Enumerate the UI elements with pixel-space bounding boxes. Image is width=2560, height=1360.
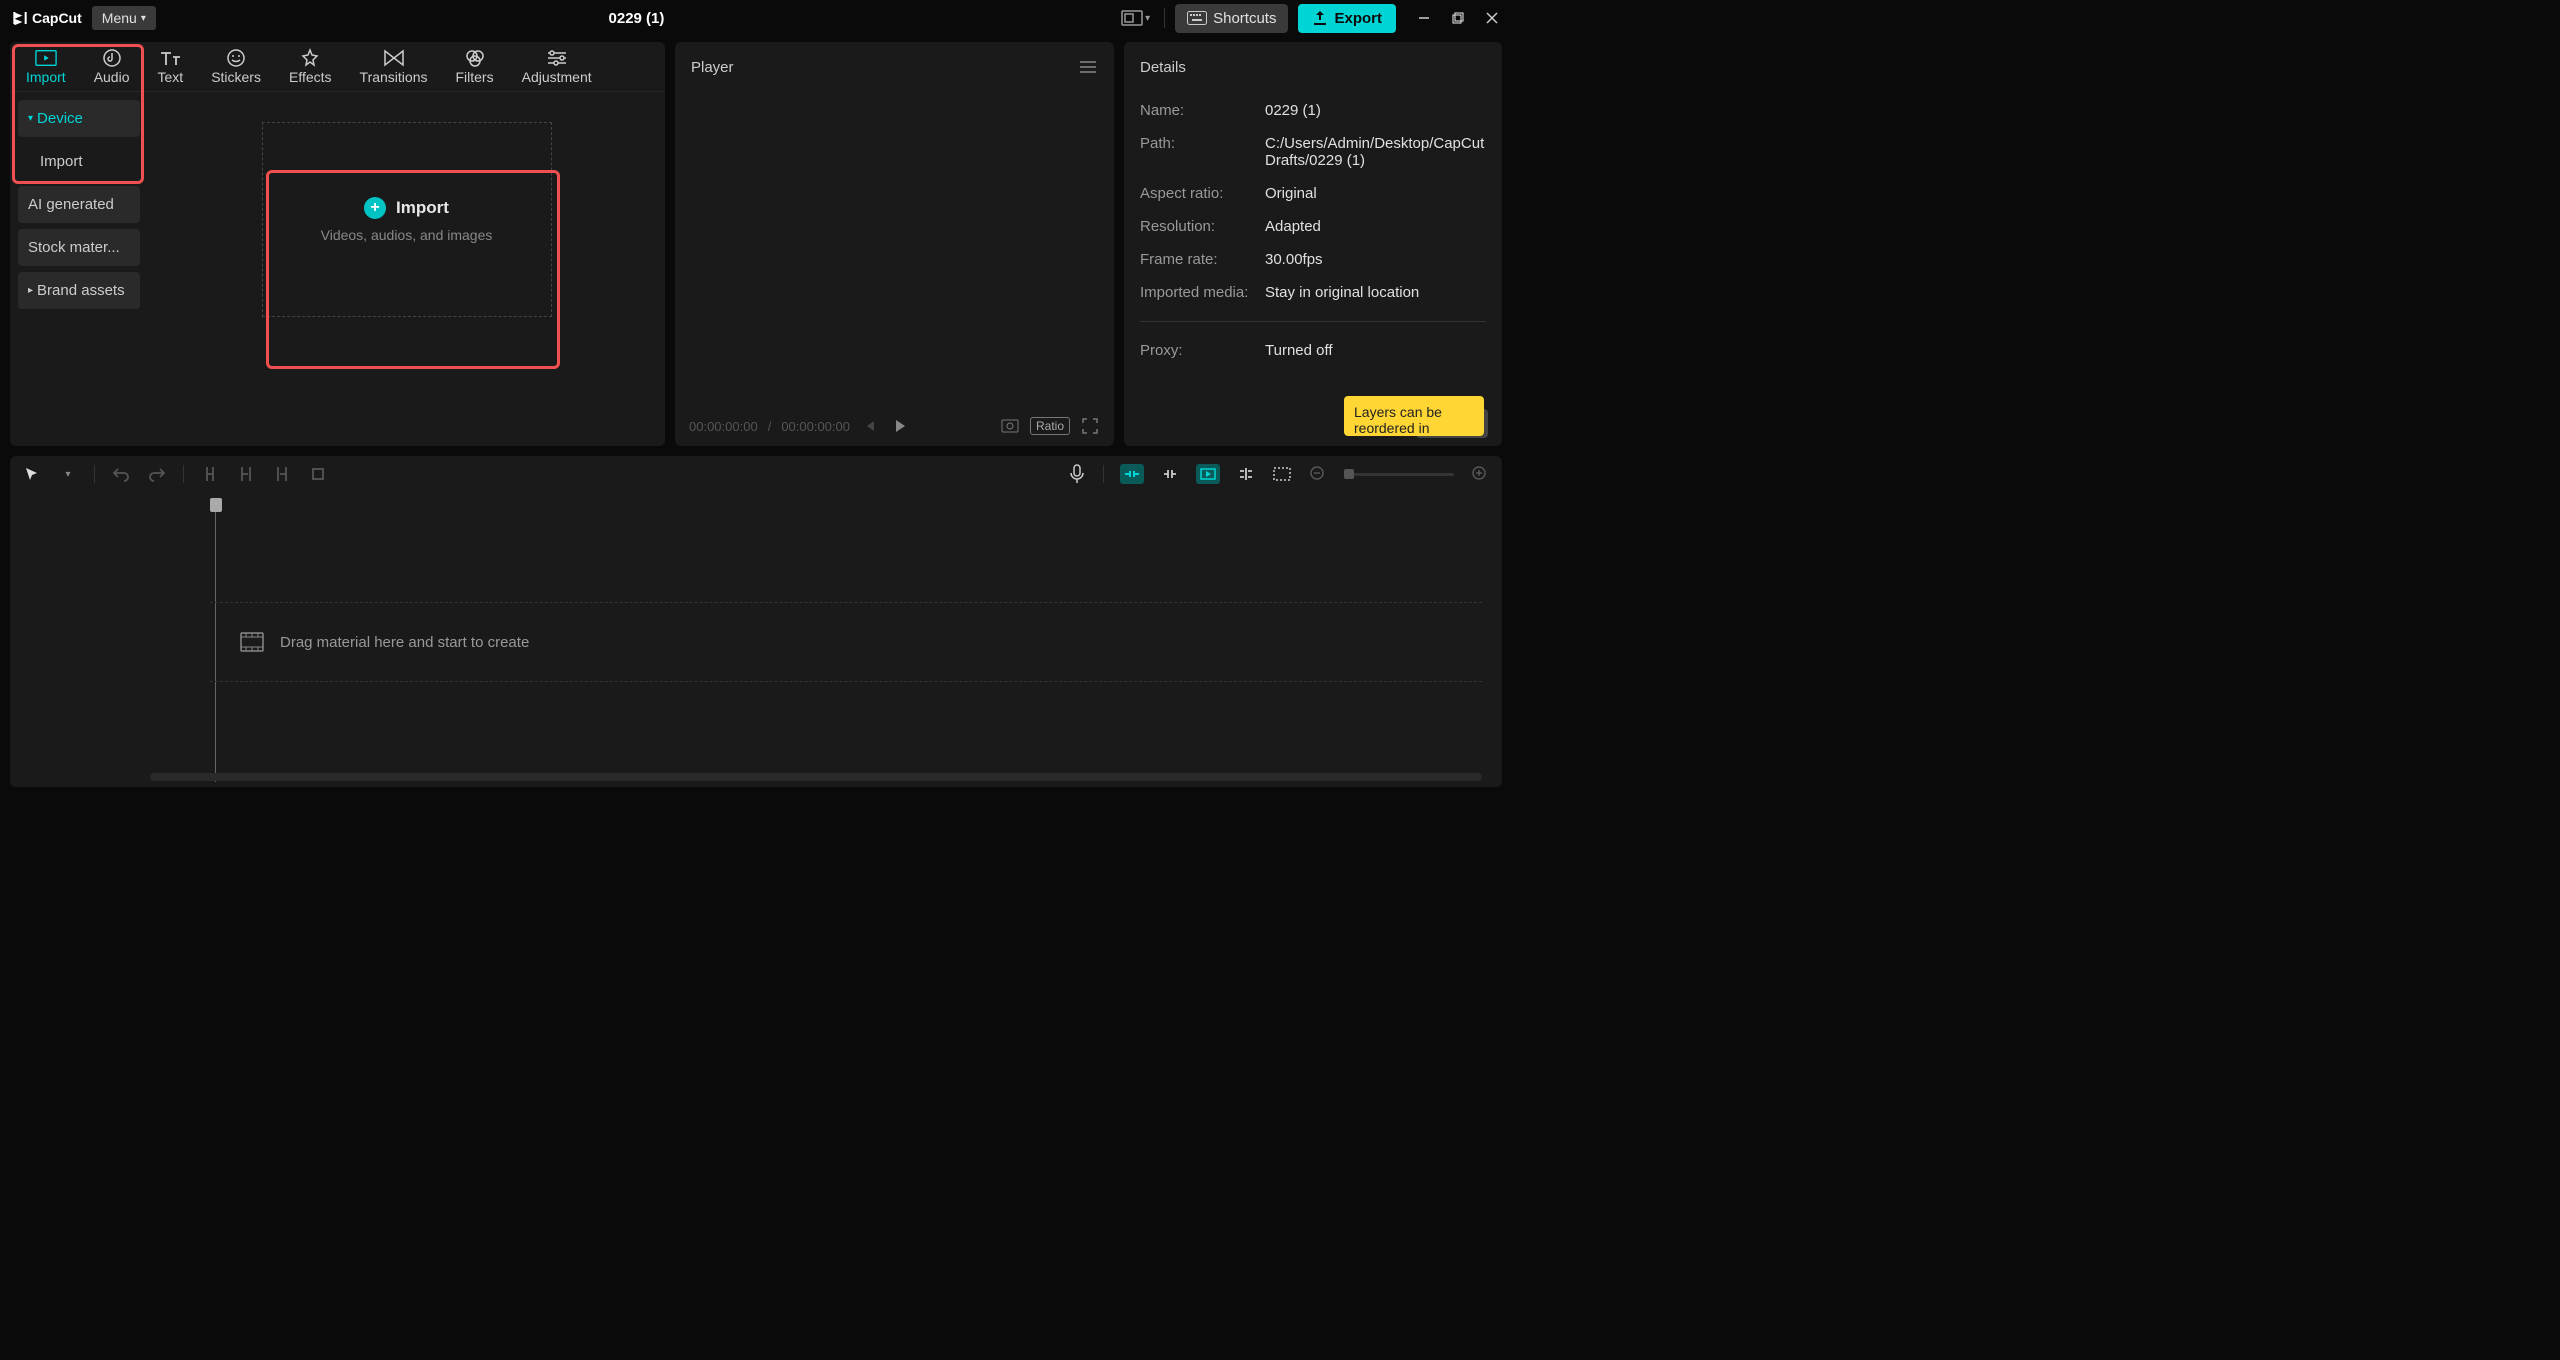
import-dropzone[interactable]: + Import Videos, audios, and images xyxy=(262,122,552,317)
plus-icon: + xyxy=(364,197,386,219)
player-controls: 00:00:00:00 / 00:00:00:00 Ratio xyxy=(675,406,1114,446)
zoom-thumb[interactable] xyxy=(1344,469,1354,479)
sidebar-item-ai-generated[interactable]: AI generated xyxy=(18,186,140,223)
tab-effects[interactable]: Effects xyxy=(281,45,340,89)
timeline-hint: Drag material here and start to create xyxy=(280,634,529,651)
export-button[interactable]: Export xyxy=(1298,4,1396,33)
chevron-down-icon: ▾ xyxy=(1145,13,1150,24)
chevron-down-icon: ▾ xyxy=(141,13,146,24)
trim-right-button[interactable] xyxy=(272,464,292,484)
close-button[interactable] xyxy=(1484,10,1500,26)
separator xyxy=(94,465,95,483)
tab-transitions[interactable]: Transitions xyxy=(352,45,436,89)
tab-adjustment[interactable]: Adjustment xyxy=(514,45,600,89)
split-button[interactable] xyxy=(200,464,220,484)
detail-row-framerate: Frame rate:30.00fps xyxy=(1140,251,1486,268)
player-viewport[interactable] xyxy=(675,92,1114,406)
sidebar-item-device[interactable]: ▾Device xyxy=(18,100,140,137)
tab-stickers[interactable]: Stickers xyxy=(203,45,269,89)
redo-button[interactable] xyxy=(147,464,167,484)
tab-audio[interactable]: Audio xyxy=(86,45,138,89)
timeline-track-dropzone[interactable]: Drag material here and start to create xyxy=(210,602,1482,682)
prev-frame-button[interactable] xyxy=(860,416,880,436)
project-title: 0229 (1) xyxy=(166,10,1107,27)
tooltip: Layers can be reordered in xyxy=(1344,396,1484,436)
crop-button[interactable] xyxy=(1272,464,1292,484)
import-sidebar: ▾Device Import AI generated Stock mater.… xyxy=(10,92,148,446)
ratio-button[interactable]: Ratio xyxy=(1030,417,1070,435)
compare-button[interactable] xyxy=(1000,416,1020,436)
audio-icon xyxy=(101,49,123,67)
undo-button[interactable] xyxy=(111,464,131,484)
timeline-scrollbar[interactable] xyxy=(150,773,1482,781)
detail-row-imported-media: Imported media:Stay in original location xyxy=(1140,284,1486,301)
details-panel: Details Name:0229 (1) Path:C:/Users/Admi… xyxy=(1124,42,1502,446)
film-icon xyxy=(240,632,264,652)
effects-icon xyxy=(299,49,321,67)
tab-text[interactable]: Text xyxy=(150,45,192,89)
zoom-in-button[interactable] xyxy=(1470,464,1490,484)
delete-button[interactable] xyxy=(308,464,328,484)
sidebar-item-import[interactable]: Import xyxy=(18,143,140,180)
media-panel: Import Audio Text Stickers Effects Trans… xyxy=(10,42,665,446)
sidebar-item-stock-materials[interactable]: Stock mater... xyxy=(18,229,140,266)
minimize-button[interactable] xyxy=(1416,10,1432,26)
details-title: Details xyxy=(1140,59,1186,76)
timeline-panel[interactable]: Drag material here and start to create xyxy=(10,492,1502,787)
chevron-down-icon[interactable]: ▾ xyxy=(58,464,78,484)
detail-row-proxy: Proxy:Turned off xyxy=(1140,342,1486,359)
aspect-ratio-button[interactable]: ▾ xyxy=(1117,6,1154,30)
timeline-toolbar: ▾ xyxy=(10,456,1502,492)
keyboard-icon xyxy=(1187,11,1207,25)
import-subtitle: Videos, audios, and images xyxy=(321,227,493,243)
detail-row-path: Path:C:/Users/Admin/Desktop/CapCut Draft… xyxy=(1140,135,1486,169)
magnet-button[interactable] xyxy=(1120,464,1144,484)
caret-down-icon: ▾ xyxy=(28,113,33,124)
detail-row-aspect: Aspect ratio:Original xyxy=(1140,185,1486,202)
import-area: + Import Videos, audios, and images xyxy=(148,92,665,446)
align-button[interactable] xyxy=(1236,464,1256,484)
title-bar: CapCut Menu ▾ 0229 (1) ▾ Shortcuts Expor… xyxy=(0,0,1512,36)
separator xyxy=(1103,465,1104,483)
title-bar-right: ▾ Shortcuts Export xyxy=(1117,4,1500,33)
preview-toggle-button[interactable] xyxy=(1196,464,1220,484)
player-menu-button[interactable] xyxy=(1078,60,1098,74)
divider xyxy=(1140,321,1486,322)
time-current: 00:00:00:00 xyxy=(689,419,758,434)
maximize-button[interactable] xyxy=(1450,10,1466,26)
app-name: CapCut xyxy=(32,10,82,26)
transitions-icon xyxy=(383,49,405,67)
zoom-out-button[interactable] xyxy=(1308,464,1328,484)
fullscreen-button[interactable] xyxy=(1080,416,1100,436)
microphone-button[interactable] xyxy=(1067,464,1087,484)
export-icon xyxy=(1312,10,1328,26)
separator xyxy=(183,465,184,483)
caret-right-icon: ▸ xyxy=(28,285,33,296)
player-panel: Player 00:00:00:00 / 00:00:00:00 Ratio xyxy=(675,42,1114,446)
player-title: Player xyxy=(691,59,734,76)
tab-filters[interactable]: Filters xyxy=(447,45,501,89)
time-total: 00:00:00:00 xyxy=(781,419,850,434)
trim-left-button[interactable] xyxy=(236,464,256,484)
import-title: Import xyxy=(396,198,449,218)
selection-tool-button[interactable] xyxy=(22,464,42,484)
media-tabs: Import Audio Text Stickers Effects Trans… xyxy=(10,42,665,92)
link-button[interactable] xyxy=(1160,464,1180,484)
filters-icon xyxy=(464,49,486,67)
play-button[interactable] xyxy=(890,416,910,436)
sidebar-item-brand-assets[interactable]: ▸Brand assets xyxy=(18,272,140,309)
detail-row-name: Name:0229 (1) xyxy=(1140,102,1486,119)
shortcuts-button[interactable]: Shortcuts xyxy=(1175,4,1288,33)
capcut-icon xyxy=(12,10,28,26)
stickers-icon xyxy=(225,49,247,67)
separator xyxy=(1164,8,1165,28)
adjustment-icon xyxy=(546,49,568,67)
detail-row-resolution: Resolution:Adapted xyxy=(1140,218,1486,235)
tab-import[interactable]: Import xyxy=(18,45,74,89)
zoom-slider[interactable] xyxy=(1344,473,1454,476)
text-icon xyxy=(159,49,181,67)
menu-button[interactable]: Menu ▾ xyxy=(92,6,156,30)
import-icon xyxy=(35,49,57,67)
app-logo: CapCut xyxy=(12,10,82,26)
